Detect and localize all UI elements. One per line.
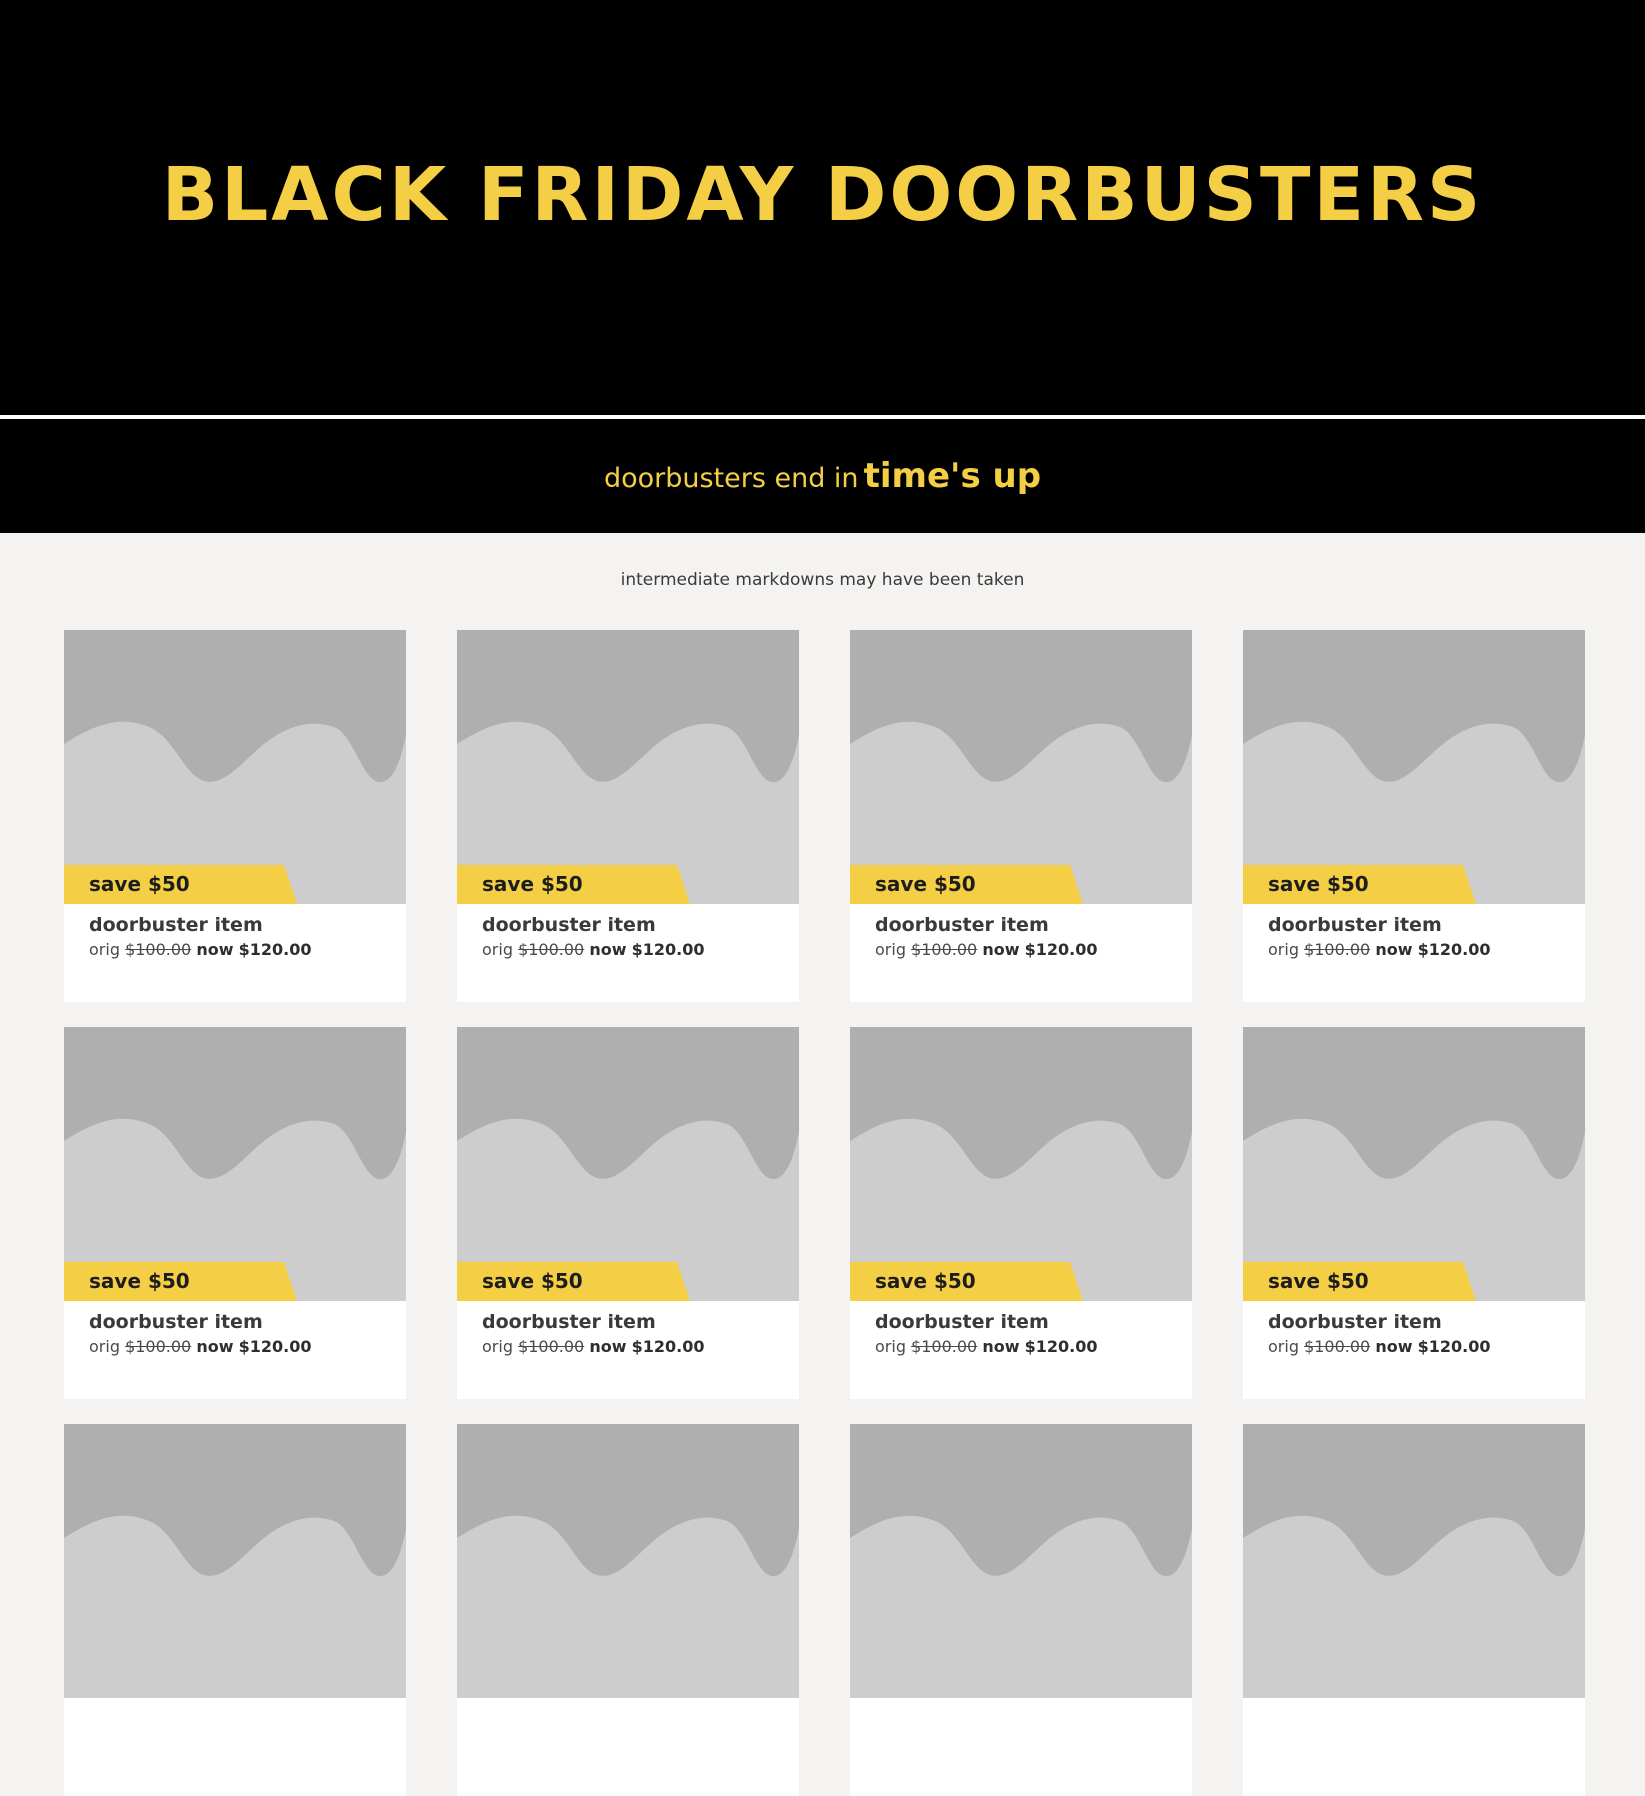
product-card[interactable]: save $50 doorbuster item orig $100.00 no… [1243, 1027, 1585, 1399]
image-placeholder-icon [457, 1424, 799, 1698]
product-price: orig $100.00 now $120.00 [875, 1339, 1097, 1355]
now-label: now [982, 940, 1020, 959]
orig-price: $100.00 [911, 940, 978, 959]
product-card[interactable]: save $50 doorbuster item orig $100.00 no… [850, 630, 1192, 1002]
product-card[interactable]: save $50 doorbuster item orig $100.00 no… [850, 1027, 1192, 1399]
countdown-label: doorbusters end in [603, 463, 859, 494]
now-label: now [196, 1337, 234, 1356]
save-badge: save $50 [1243, 1262, 1476, 1301]
image-placeholder-icon [850, 1027, 1192, 1301]
orig-price: $100.00 [125, 940, 192, 959]
now-label: now [1375, 1337, 1413, 1356]
now-price: $120.00 [238, 940, 312, 959]
now-label: now [1375, 940, 1413, 959]
now-price: $120.00 [238, 1337, 312, 1356]
product-name[interactable]: doorbuster item [482, 916, 656, 935]
countdown-bar: doorbusters end in time's up [0, 419, 1645, 533]
orig-label: orig [89, 940, 120, 959]
product-card[interactable] [457, 1424, 799, 1796]
save-badge: save $50 [64, 1262, 297, 1301]
product-name[interactable]: doorbuster item [875, 1313, 1049, 1332]
product-card[interactable]: save $50 doorbuster item orig $100.00 no… [457, 630, 799, 1002]
orig-price: $100.00 [518, 940, 585, 959]
image-placeholder-icon [64, 630, 406, 904]
save-label: save $50 [89, 1269, 190, 1293]
product-card[interactable] [850, 1424, 1192, 1796]
orig-label: orig [89, 1337, 120, 1356]
now-label: now [982, 1337, 1020, 1356]
product-name[interactable]: doorbuster item [875, 916, 1049, 935]
image-placeholder-icon [1243, 1027, 1585, 1301]
product-card[interactable]: save $50 doorbuster item orig $100.00 no… [64, 1027, 406, 1399]
now-label: now [589, 1337, 627, 1356]
product-grid: save $50 doorbuster item orig $100.00 no… [64, 630, 1587, 1796]
save-label: save $50 [482, 872, 583, 896]
orig-label: orig [1268, 940, 1299, 959]
save-badge: save $50 [850, 1262, 1083, 1301]
image-placeholder-icon [457, 1027, 799, 1301]
product-name[interactable]: doorbuster item [89, 916, 263, 935]
save-badge: save $50 [457, 1262, 690, 1301]
save-badge: save $50 [850, 865, 1083, 904]
image-placeholder-icon [1243, 630, 1585, 904]
product-price: orig $100.00 now $120.00 [482, 1339, 704, 1355]
now-label: now [589, 940, 627, 959]
image-placeholder-icon [457, 630, 799, 904]
product-price: orig $100.00 now $120.00 [89, 942, 311, 958]
image-placeholder-icon [64, 1027, 406, 1301]
countdown: doorbusters end in time's up [0, 459, 1645, 493]
save-badge: save $50 [1243, 865, 1476, 904]
product-card[interactable] [64, 1424, 406, 1796]
save-label: save $50 [875, 1269, 976, 1293]
product-card[interactable]: save $50 doorbuster item orig $100.00 no… [64, 630, 406, 1002]
orig-price: $100.00 [518, 1337, 585, 1356]
product-price: orig $100.00 now $120.00 [482, 942, 704, 958]
product-card[interactable]: save $50 doorbuster item orig $100.00 no… [1243, 630, 1585, 1002]
product-price: orig $100.00 now $120.00 [875, 942, 1097, 958]
product-name[interactable]: doorbuster item [1268, 916, 1442, 935]
product-price: orig $100.00 now $120.00 [1268, 942, 1490, 958]
image-placeholder-icon [1243, 1424, 1585, 1698]
product-price: orig $100.00 now $120.00 [89, 1339, 311, 1355]
orig-price: $100.00 [125, 1337, 192, 1356]
product-price: orig $100.00 now $120.00 [1268, 1339, 1490, 1355]
orig-label: orig [482, 1337, 513, 1356]
hero-banner: BLACK FRIDAY DOORBUSTERS [0, 0, 1645, 415]
orig-label: orig [875, 940, 906, 959]
now-price: $120.00 [1024, 940, 1098, 959]
orig-price: $100.00 [1304, 940, 1371, 959]
now-price: $120.00 [631, 940, 705, 959]
save-label: save $50 [1268, 1269, 1369, 1293]
product-name[interactable]: doorbuster item [482, 1313, 656, 1332]
page-title: BLACK FRIDAY DOORBUSTERS [161, 152, 1484, 238]
now-price: $120.00 [1417, 1337, 1491, 1356]
orig-price: $100.00 [1304, 1337, 1371, 1356]
now-price: $120.00 [631, 1337, 705, 1356]
orig-label: orig [482, 940, 513, 959]
image-placeholder-icon [64, 1424, 406, 1698]
save-badge: save $50 [64, 865, 297, 904]
save-label: save $50 [89, 872, 190, 896]
now-price: $120.00 [1417, 940, 1491, 959]
now-label: now [196, 940, 234, 959]
save-label: save $50 [875, 872, 976, 896]
now-price: $120.00 [1024, 1337, 1098, 1356]
product-name[interactable]: doorbuster item [1268, 1313, 1442, 1332]
product-card[interactable] [1243, 1424, 1585, 1796]
image-placeholder-icon [850, 1424, 1192, 1698]
product-card[interactable]: save $50 doorbuster item orig $100.00 no… [457, 1027, 799, 1399]
save-label: save $50 [1268, 872, 1369, 896]
orig-price: $100.00 [911, 1337, 978, 1356]
save-label: save $50 [482, 1269, 583, 1293]
save-badge: save $50 [457, 865, 690, 904]
orig-label: orig [1268, 1337, 1299, 1356]
image-placeholder-icon [850, 630, 1192, 904]
countdown-value: time's up [863, 456, 1042, 496]
markdown-disclaimer: intermediate markdowns may have been tak… [620, 570, 1025, 590]
orig-label: orig [875, 1337, 906, 1356]
product-name[interactable]: doorbuster item [89, 1313, 263, 1332]
